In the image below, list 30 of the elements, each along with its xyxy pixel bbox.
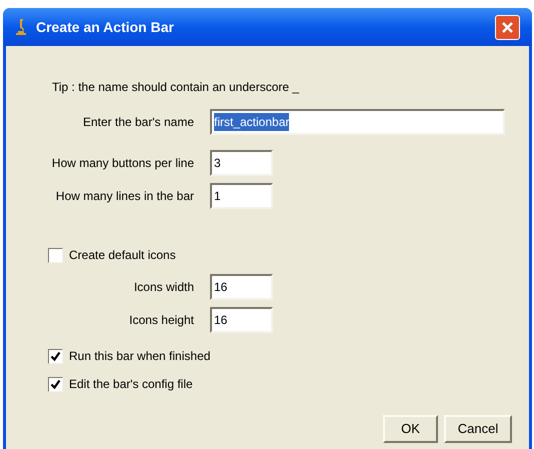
checkbox-label: Edit the bar's config file: [69, 376, 193, 393]
close-button[interactable]: [495, 14, 520, 40]
field-value: 3: [214, 155, 221, 172]
field-label: How many lines in the bar: [56, 188, 194, 205]
field-label: Icons height: [129, 312, 194, 329]
dialog-button[interactable]: OK: [383, 415, 438, 443]
field-value: 16: [214, 279, 228, 296]
tip-text: Tip : the name should contain an underscore _: [52, 80, 300, 94]
checkbox[interactable]: [48, 248, 63, 262]
field-label: How many buttons per line: [52, 155, 194, 172]
microscope-icon: [15, 18, 27, 36]
field-label: Icons width: [134, 279, 194, 296]
text-field[interactable]: 3: [210, 150, 273, 176]
checkbox[interactable]: [48, 376, 63, 392]
dialog-button[interactable]: Cancel: [444, 415, 512, 443]
text-field[interactable]: 16: [210, 274, 273, 300]
check-icon: [50, 378, 61, 390]
close-icon: [501, 20, 514, 34]
text-field[interactable]: first_actionbar: [210, 109, 505, 135]
checkbox[interactable]: [48, 348, 63, 364]
field-label: Enter the bar's name: [82, 114, 194, 131]
checkbox-label: Run this bar when finished: [69, 348, 210, 365]
field-value: 1: [214, 188, 221, 205]
field-value: 16: [214, 312, 228, 329]
text-field[interactable]: 1: [210, 183, 273, 209]
text-field[interactable]: 16: [210, 307, 273, 333]
check-icon: [50, 350, 61, 362]
checkbox-label: Create default icons: [69, 247, 176, 264]
window-title: Create an Action Bar: [36, 18, 174, 36]
field-value: first_actionbar: [214, 113, 290, 131]
